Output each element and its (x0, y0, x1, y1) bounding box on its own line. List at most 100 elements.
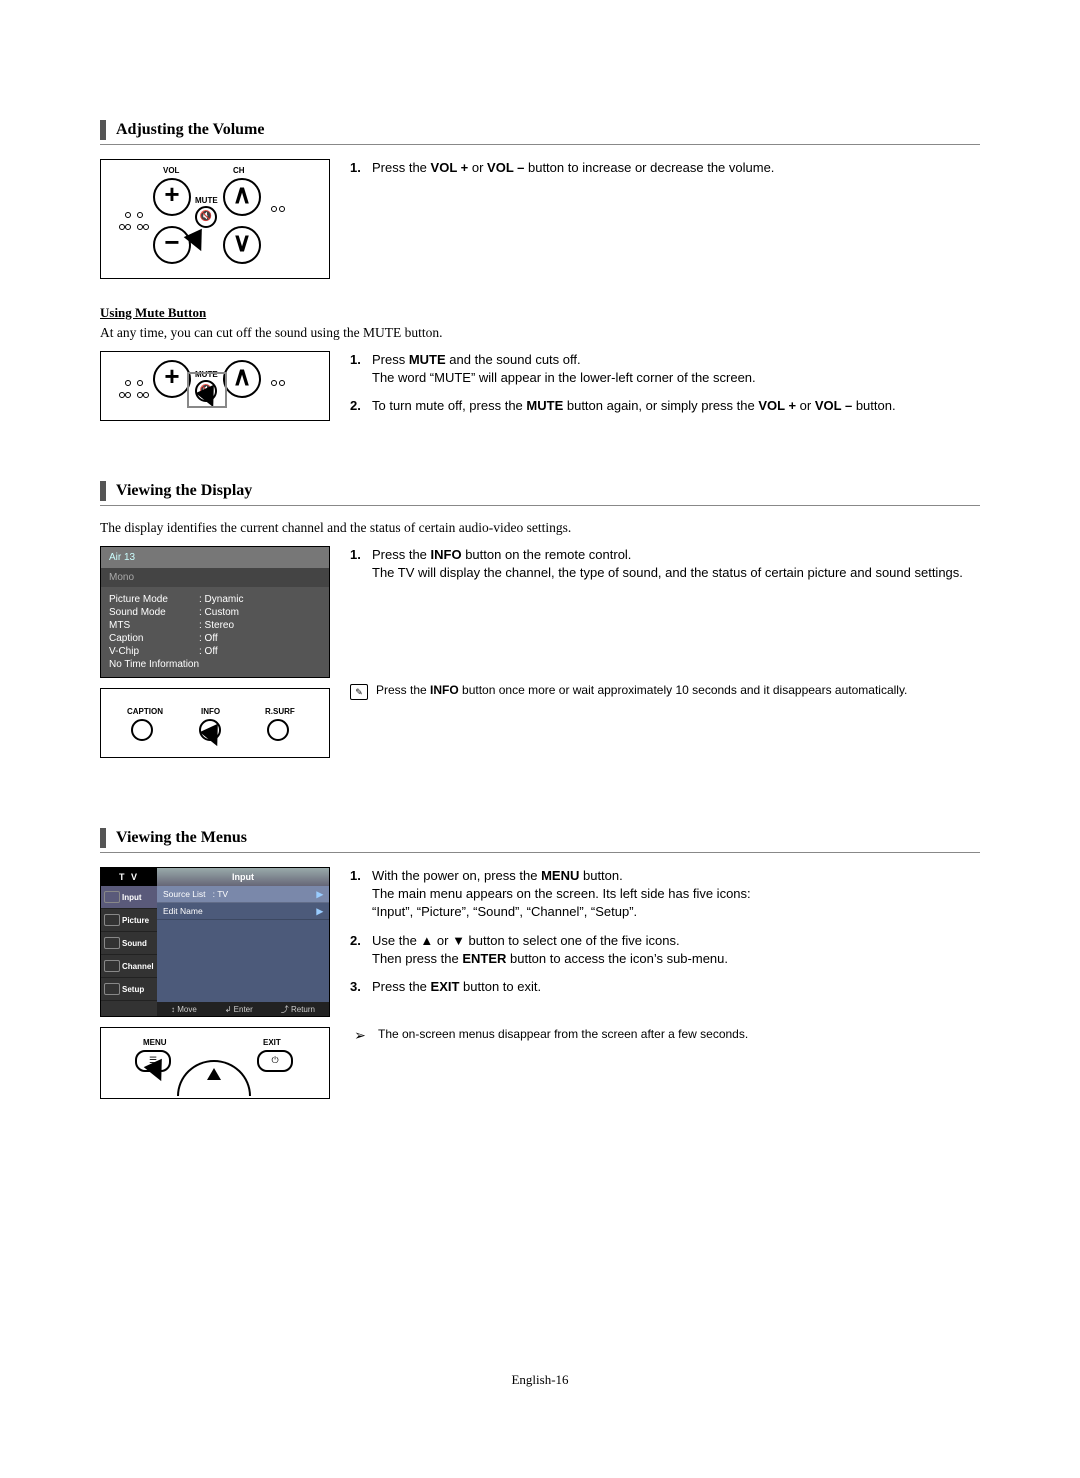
manual-page: Adjusting the Volume VOL CH + − ∧ ∨ MUTE… (0, 0, 1080, 1478)
osd-row: Caption: Off (109, 632, 321, 645)
section-adjust-volume: Adjusting the Volume VOL CH + − ∧ ∨ MUTE… (100, 120, 980, 431)
setup-icon (104, 983, 120, 995)
note-text: The on-screen menus disappear from the s… (378, 1026, 748, 1043)
vol-minus-button-icon: − (153, 226, 191, 264)
chevron-right-icon: ▶ (316, 906, 323, 917)
step-number: 1. (350, 351, 372, 387)
step-item: 3. Press the EXIT button to exit. (350, 978, 980, 996)
osd-row: Picture Mode: Dynamic (109, 593, 321, 606)
arrow-right-icon: ➢ (350, 1028, 370, 1042)
step-item: 1. Press the VOL + or VOL – button to in… (350, 159, 980, 177)
menu-tv-label: T V (101, 868, 157, 886)
osd-last-row: No Time Information (109, 658, 321, 671)
step-item: 1. Press the INFO button on the remote c… (350, 546, 980, 582)
remote-illustration-volume: VOL CH + − ∧ ∨ MUTE 🔇 (100, 159, 330, 279)
step-text: With the power on, press the MENU button… (372, 867, 751, 922)
section-header: Viewing the Display (100, 481, 980, 506)
subsection-title: Using Mute Button (100, 305, 980, 321)
osd-row: V-Chip: Off (109, 645, 321, 658)
note: ➢ The on-screen menus disappear from the… (350, 1026, 980, 1043)
rsurf-button-icon (267, 719, 289, 741)
section-header: Viewing the Menus (100, 828, 980, 853)
menu-side-item-input: Input (101, 886, 157, 909)
menu-footer: ↕ Move ↲ Enter ⤴ Return (157, 1002, 329, 1016)
menu-side-item-sound: Sound (101, 932, 157, 955)
dot-icon (125, 224, 131, 230)
section-viewing-menus: Viewing the Menus T V Input Picture Soun… (100, 828, 980, 1109)
menu-side-item-setup: Setup (101, 978, 157, 1001)
osd-row: Sound Mode: Custom (109, 606, 321, 619)
sound-icon (104, 937, 120, 949)
exit-label: EXIT (263, 1038, 281, 1047)
rsurf-label: R.SURF (265, 707, 295, 716)
step-text: Press the VOL + or VOL – button to incre… (372, 159, 774, 177)
dot-icon (279, 380, 285, 386)
dot-icon (271, 206, 277, 212)
step-number: 1. (350, 159, 372, 177)
osd-channel: Air 13 (101, 547, 329, 568)
chevron-right-icon: ▶ (316, 889, 323, 900)
osd-row: MTS: Stereo (109, 619, 321, 632)
section-accent-bar (100, 828, 106, 848)
ch-up-button-icon: ∧ (223, 360, 261, 398)
channel-icon (104, 960, 120, 972)
step-text: To turn mute off, press the MUTE button … (372, 397, 896, 415)
ch-label: CH (233, 166, 245, 175)
dot-icon (125, 392, 131, 398)
remote-illustration-menu: MENU EXIT ☰ ⏻ (100, 1027, 330, 1099)
step-text: Press the EXIT button to exit. (372, 978, 541, 996)
dot-icon (143, 224, 149, 230)
page-number: English-16 (0, 1372, 1080, 1388)
picture-icon (104, 914, 120, 926)
dot-icon (137, 380, 143, 386)
info-label: INFO (201, 707, 220, 716)
dot-icon (125, 212, 131, 218)
note-text: Press the INFO button once more or wait … (376, 682, 907, 699)
mute-button-icon: 🔇 (195, 206, 217, 228)
osd-menu-screenshot: T V Input Picture Sound Channel Setup In… (100, 867, 330, 1017)
dot-icon (279, 206, 285, 212)
menu-side-item-picture: Picture (101, 909, 157, 932)
step-number: 2. (350, 932, 372, 968)
menu-row-edit-name: Edit Name ▶ (157, 903, 329, 920)
intro-text: At any time, you can cut off the sound u… (100, 325, 980, 341)
section-accent-bar (100, 481, 106, 501)
section-title: Viewing the Display (116, 482, 252, 500)
note-icon: ✎ (350, 684, 368, 700)
dot-icon (125, 380, 131, 386)
step-number: 2. (350, 397, 372, 415)
menu-side-item-channel: Channel (101, 955, 157, 978)
step-text: Use the ▲ or ▼ button to select one of t… (372, 932, 728, 968)
mute-label: MUTE (195, 196, 218, 205)
step-item: 2. To turn mute off, press the MUTE butt… (350, 397, 980, 415)
menu-main-title: Input (157, 868, 329, 886)
vol-plus-button-icon: + (153, 178, 191, 216)
caption-label: CAPTION (127, 707, 163, 716)
remote-illustration-mute: + ∧ MUTE 🔇 (100, 351, 330, 421)
section-viewing-display: Viewing the Display The display identifi… (100, 481, 980, 768)
input-icon (104, 891, 120, 903)
nav-up-icon (207, 1068, 221, 1080)
caption-button-icon (131, 719, 153, 741)
remote-illustration-info: CAPTION INFO R.SURF (100, 688, 330, 758)
step-number: 1. (350, 867, 372, 922)
vol-plus-button-icon: + (153, 360, 191, 398)
section-title: Adjusting the Volume (116, 121, 264, 139)
ch-up-button-icon: ∧ (223, 178, 261, 216)
osd-sound-header: Mono (101, 568, 329, 587)
step-item: 1. With the power on, press the MENU but… (350, 867, 980, 922)
exit-button-icon: ⏻ (257, 1050, 293, 1072)
section-accent-bar (100, 120, 106, 140)
step-text: Press MUTE and the sound cuts off. The w… (372, 351, 756, 387)
intro-text: The display identifies the current chann… (100, 520, 980, 536)
menu-label: MENU (143, 1038, 167, 1047)
section-title: Viewing the Menus (116, 829, 247, 847)
ch-down-button-icon: ∨ (223, 226, 261, 264)
step-item: 1. Press MUTE and the sound cuts off. Th… (350, 351, 980, 387)
step-number: 3. (350, 978, 372, 996)
vol-label: VOL (163, 166, 179, 175)
dot-icon (137, 212, 143, 218)
section-header: Adjusting the Volume (100, 120, 980, 145)
dot-icon (143, 392, 149, 398)
osd-info-display: Air 13 Mono Picture Mode: Dynamic Sound … (100, 546, 330, 678)
